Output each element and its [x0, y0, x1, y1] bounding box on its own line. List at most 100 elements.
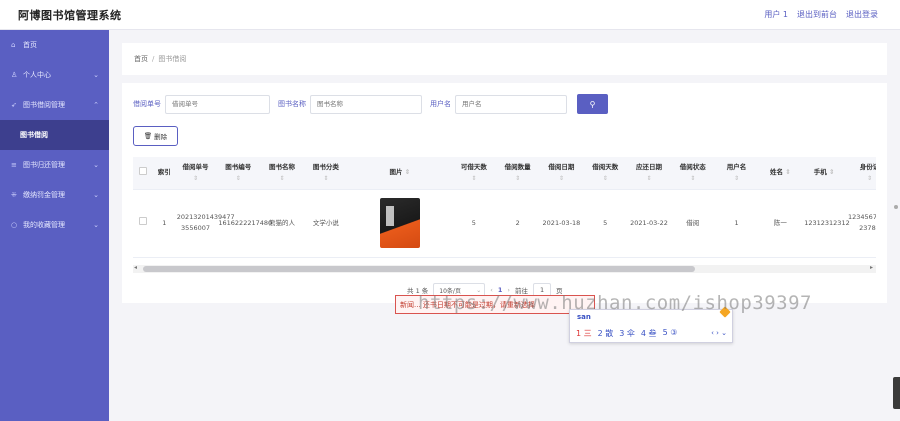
book-name-label: 图书名称 — [278, 100, 306, 108]
search-icon: ⚲ — [589, 99, 596, 109]
col-header[interactable]: 图书编号 ⇕ — [216, 157, 261, 190]
chevron-down-icon: ⌄ — [93, 71, 99, 79]
col-header[interactable]: 用户名 ⇕ — [714, 157, 759, 190]
sort-icon[interactable]: ⇕ — [542, 173, 582, 184]
send-icon: ➶ — [11, 101, 17, 109]
select-all-cell[interactable] — [133, 157, 154, 190]
col-header[interactable]: 手机 ⇕ — [802, 157, 846, 190]
select-all-checkbox[interactable] — [139, 166, 148, 175]
col-header[interactable]: 图书名称 ⇕ — [260, 157, 304, 190]
return-date-cell: 2021-03-22 — [627, 189, 671, 258]
sort-icon[interactable]: ⇕ — [262, 173, 302, 184]
sort-icon[interactable]: ⇕ — [585, 173, 625, 184]
col-header[interactable]: 借阅天数 ⇕ — [583, 157, 628, 190]
sort-icon[interactable]: ⇕ — [454, 173, 494, 184]
days-allowed-cell: 5 — [451, 189, 496, 258]
ime-nav-arrows[interactable]: ‹ › ⌄ — [711, 329, 727, 337]
ime-candidate-window[interactable]: san 1 三 2 散 3 伞 4 叁 5 ③ ‹ › ⌄ — [569, 306, 733, 343]
col-header: 索引 — [153, 157, 175, 190]
username-label: 用户名 — [430, 100, 451, 108]
scroll-right-icon[interactable]: ▸ — [870, 264, 873, 271]
main-area: 首页 / 图书借阅 借阅单号 图书名称 用户名 ⚲ 🗑删除 索引 — [109, 30, 900, 421]
scroll-left-icon[interactable]: ◂ — [134, 264, 137, 271]
horizontal-scrollbar[interactable]: ◂ ▸ — [133, 264, 876, 273]
ime-candidate[interactable]: 2 散 — [598, 328, 614, 339]
borrow-no-cell: 20213201439477 3556007 — [174, 189, 235, 258]
row-select-cell[interactable] — [133, 189, 154, 258]
col-header[interactable]: 借阅状态 ⇕ — [670, 157, 715, 190]
sidebar-item-label: 图书借阅管理 — [23, 101, 65, 109]
sort-icon[interactable]: ⇕ — [405, 168, 410, 176]
home-icon: ⌂ — [11, 41, 16, 49]
sidebar-item-label: 我的收藏管理 — [23, 221, 65, 229]
quantity-cell: 2 — [495, 189, 540, 258]
top-links: 用户 1 退出到前台 退出登录 — [764, 9, 878, 20]
sort-icon[interactable]: ⇕ — [218, 173, 258, 184]
sidebar-item-fine-mgmt[interactable]: ⁜ 缴纳罚金管理 ⌄ — [0, 180, 109, 210]
borrow-days-cell: 5 — [583, 189, 628, 258]
sidebar-item-label: 缴纳罚金管理 — [23, 191, 65, 199]
breadcrumb-current: 图书借阅 — [158, 55, 187, 63]
ime-candidate[interactable]: 5 ③ — [663, 328, 678, 339]
side-tab[interactable] — [893, 377, 900, 409]
category-cell: 文学小说 — [303, 189, 348, 258]
book-cover-image — [373, 197, 426, 249]
ime-candidate[interactable]: 3 伞 — [619, 328, 635, 339]
sidebar-item-borrow-mgmt[interactable]: ➶ 图书借阅管理 ⌃ — [0, 90, 109, 120]
borrow-no-label: 借阅单号 — [133, 100, 161, 108]
name-cell: 陈一 — [758, 189, 803, 258]
breadcrumb-home[interactable]: 首页 — [134, 54, 148, 64]
sort-icon[interactable]: ⇕ — [829, 168, 834, 176]
borrow-no-input[interactable] — [165, 94, 270, 114]
sidebar-item-return-mgmt[interactable]: ≡ 图书归还管理 ⌄ — [0, 150, 109, 180]
chevron-down-icon: ⌄ — [93, 161, 99, 169]
col-header[interactable]: 应还日期 ⇕ — [627, 157, 671, 190]
ime-candidate[interactable]: 1 三 — [576, 328, 592, 339]
col-header[interactable]: 姓名 ⇕ — [758, 157, 803, 190]
sort-icon[interactable]: ⇕ — [717, 173, 757, 184]
chevron-down-icon: ⌄ — [93, 221, 99, 229]
user-icon: ♙ — [11, 71, 18, 79]
col-header[interactable]: 可借天数 ⇕ — [451, 157, 496, 190]
sort-icon[interactable]: ⇕ — [673, 173, 713, 184]
sidebar-item-home[interactable]: ⌂ 首页 — [0, 30, 109, 60]
ime-candidate[interactable]: 4 叁 — [641, 328, 657, 339]
sidebar-item-favorite-mgmt[interactable]: ○ 我的收藏管理 ⌄ — [0, 210, 109, 240]
col-header[interactable]: 身份证 ⇕ — [846, 157, 876, 190]
search-button[interactable]: ⚲ — [577, 94, 608, 114]
image-cell — [347, 189, 452, 258]
user-link[interactable]: 用户 1 — [764, 9, 788, 20]
col-header[interactable]: 图片 ⇕ — [347, 157, 452, 190]
sort-icon[interactable]: ⇕ — [629, 173, 669, 184]
chevron-up-icon: ⌃ — [93, 101, 99, 109]
book-name-input[interactable] — [310, 94, 422, 114]
sidebar-item-personal[interactable]: ♙ 个人中心 ⌄ — [0, 60, 109, 90]
star-icon: ○ — [11, 221, 18, 229]
sort-icon[interactable]: ⇕ — [306, 173, 346, 184]
sort-icon[interactable]: ⇕ — [785, 168, 790, 176]
phone-cell: 12312312312 — [802, 189, 850, 258]
ime-candidates: 1 三 2 散 3 伞 4 叁 5 ③ — [576, 328, 677, 339]
trash-icon: 🗑 — [143, 132, 153, 140]
delete-button[interactable]: 🗑 删除 — [133, 126, 178, 146]
col-header[interactable]: 借阅单号 ⇕ — [174, 157, 217, 190]
logout-link[interactable]: 退出登录 — [846, 9, 878, 20]
borrow-table: 索引 借阅单号 ⇕ 图书编号 ⇕ 图书名称 ⇕ 图书分类 ⇕ 图片 ⇕ 可借天数 ⇕ 借阅… — [133, 157, 876, 262]
sidebar-item-borrow[interactable]: 图书借阅 — [0, 120, 109, 150]
scroll-indicator — [894, 205, 898, 209]
row-checkbox[interactable] — [139, 217, 148, 225]
id-card-cell: 1234567894561 23789 — [846, 189, 876, 258]
username-input[interactable] — [455, 94, 567, 114]
back-to-front-link[interactable]: 退出到前台 — [797, 9, 837, 20]
col-header[interactable]: 图书分类 ⇕ — [303, 157, 348, 190]
scrollbar-thumb[interactable] — [143, 266, 695, 272]
sort-icon[interactable]: ⇕ — [498, 173, 538, 184]
table-row[interactable]: 1 20213201439477 3556007 1616222217480 熊… — [133, 189, 876, 258]
index-cell: 1 — [153, 189, 175, 258]
sort-icon[interactable]: ⇕ — [177, 173, 215, 184]
content-panel: 借阅单号 图书名称 用户名 ⚲ 🗑删除 索引 借阅单号⇕ 图书编号⇕ — [122, 83, 887, 303]
sort-icon[interactable]: ⇕ — [848, 173, 876, 184]
menu-icon: ≡ — [11, 161, 17, 169]
col-header[interactable]: 借阅数量 ⇕ — [495, 157, 540, 190]
col-header[interactable]: 借阅日期 ⇕ — [539, 157, 584, 190]
